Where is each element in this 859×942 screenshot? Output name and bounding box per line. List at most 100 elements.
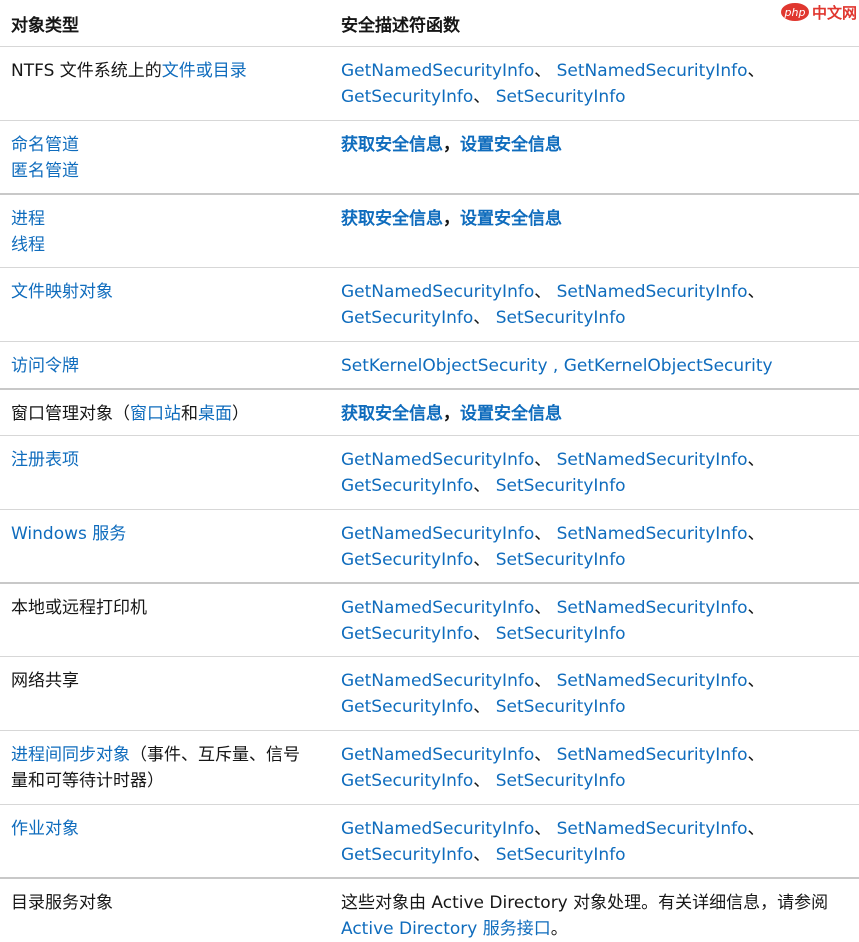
table-row: 进程线程 获取安全信息，设置安全信息	[0, 193, 859, 268]
func-link[interactable]: GetSecurityInfo	[341, 845, 473, 865]
object-type-cell: NTFS 文件系统上的文件或目录	[0, 46, 330, 121]
table-row: 窗口管理对象（窗口站和桌面） 获取安全信息，设置安全信息	[0, 388, 859, 436]
printer-text: 本地或远程打印机	[11, 597, 147, 618]
func-link[interactable]: SetSecurityInfo	[496, 697, 626, 717]
table-row: 本地或远程打印机 GetNamedSecurityInfo 、 SetNamedS…	[0, 582, 859, 657]
separator: 、	[534, 819, 557, 839]
thread-link[interactable]: 线程	[11, 235, 45, 255]
func-link[interactable]: SetNamedSecurityInfo	[557, 598, 748, 618]
func-link[interactable]: SetSecurityInfo	[496, 308, 626, 328]
func-link[interactable]: GetSecurityInfo	[341, 308, 473, 328]
named-pipe-link[interactable]: 命名管道	[11, 135, 79, 155]
type-text: 。	[550, 918, 568, 939]
job-object-link[interactable]: 作业对象	[11, 819, 79, 839]
func-link[interactable]: GetSecurityInfo	[341, 624, 473, 644]
separator: 、	[747, 745, 765, 765]
get-security-info-link[interactable]: 获取安全信息	[341, 209, 443, 229]
description-cell: 这些对象由 Active Directory 对象处理。有关详细信息，请参阅 Ac…	[330, 878, 859, 942]
type-text: 量和可等待计时器）	[11, 771, 164, 791]
func-link[interactable]: SetNamedSecurityInfo	[557, 671, 748, 691]
separator: 、	[534, 61, 557, 81]
desktop-link[interactable]: 桌面	[198, 404, 232, 424]
func-link[interactable]: GetNamedSecurityInfo	[341, 819, 534, 839]
windows-service-link[interactable]: Windows 服务	[11, 524, 126, 544]
functions-cell: 获取安全信息，设置安全信息	[330, 193, 859, 268]
table-row: 命名管道匿名管道 获取安全信息，设置安全信息	[0, 120, 859, 195]
ipc-sync-objects-link[interactable]: 进程间同步对象	[11, 745, 130, 765]
func-link[interactable]: SetSecurityInfo	[496, 771, 626, 791]
separator: ,	[547, 356, 564, 376]
func-link[interactable]: GetSecurityInfo	[341, 87, 473, 107]
func-link[interactable]: GetNamedSecurityInfo	[341, 282, 534, 302]
directory-service-text: 目录服务对象	[11, 892, 113, 913]
type-text: 和	[181, 403, 198, 424]
func-link[interactable]: SetNamedSecurityInfo	[557, 61, 748, 81]
object-type-cell: Windows 服务	[0, 509, 330, 584]
func-link[interactable]: GetNamedSecurityInfo	[341, 61, 534, 81]
separator: 、	[473, 550, 496, 570]
func-link[interactable]: GetSecurityInfo	[341, 550, 473, 570]
anonymous-pipe-link[interactable]: 匿名管道	[11, 161, 79, 181]
get-security-info-link[interactable]: 获取安全信息	[341, 135, 443, 155]
func-link[interactable]: GetNamedSecurityInfo	[341, 745, 534, 765]
separator: 、	[747, 597, 765, 618]
func-link[interactable]: SetNamedSecurityInfo	[557, 524, 748, 544]
table-row: 网络共享 GetNamedSecurityInfo、 SetNamedSecur…	[0, 656, 859, 731]
ad-description-text: 这些对象由 Active Directory 对象处理。有关详细信息，请参阅	[341, 892, 829, 913]
separator: 、	[747, 282, 765, 302]
func-link[interactable]: GetNamedSecurityInfo	[341, 524, 534, 544]
adsi-link[interactable]: Active Directory 服务接口	[341, 919, 551, 939]
func-link[interactable]: SetNamedSecurityInfo	[557, 819, 748, 839]
func-link[interactable]: SetSecurityInfo	[496, 550, 626, 570]
table-row: Windows 服务 GetNamedSecurityInfo 、 SetName…	[0, 509, 859, 584]
type-text: NTFS 文件系统上的	[11, 61, 162, 81]
object-type-cell: 文件映射对象	[0, 267, 330, 342]
object-type-cell: 目录服务对象	[0, 878, 330, 942]
set-security-info-link[interactable]: 设置安全信息	[460, 135, 562, 155]
process-link[interactable]: 进程	[11, 209, 45, 229]
separator: 、	[534, 671, 557, 691]
table-row: 注册表项 GetNamedSecurityInfo、 SetNamedSecur…	[0, 435, 859, 510]
file-mapping-link[interactable]: 文件映射对象	[11, 282, 113, 302]
table-header-row: 对象类型 安全描述符函数	[0, 0, 859, 47]
type-text: （事件、互斥量、信号	[130, 745, 300, 765]
func-link[interactable]: GetSecurityInfo	[341, 771, 473, 791]
set-kernel-object-security-link[interactable]: SetKernelObjectSecurity	[341, 356, 548, 376]
separator: 、	[747, 524, 765, 544]
func-link[interactable]: SetSecurityInfo	[496, 476, 626, 496]
object-type-cell: 窗口管理对象（窗口站和桌面）	[0, 388, 330, 436]
func-link[interactable]: SetSecurityInfo	[496, 87, 626, 107]
files-dirs-link[interactable]: 文件或目录	[162, 61, 247, 81]
object-type-cell: 进程间同步对象（事件、互斥量、信号量和可等待计时器）	[0, 730, 330, 805]
object-type-cell: 注册表项	[0, 435, 330, 510]
separator: 、	[747, 819, 765, 839]
set-security-info-link[interactable]: 设置安全信息	[460, 209, 562, 229]
separator: 、	[473, 845, 496, 865]
func-link[interactable]: GetNamedSecurityInfo	[341, 671, 534, 691]
func-link[interactable]: GetNamedSecurityInfo	[341, 450, 534, 470]
window-station-link[interactable]: 窗口站	[130, 404, 181, 424]
access-token-link[interactable]: 访问令牌	[11, 356, 79, 376]
functions-cell: GetNamedSecurityInfo 、 SetNamedSecurityIn…	[330, 730, 859, 805]
func-link[interactable]: GetNamedSecurityInfo	[341, 598, 534, 618]
func-link[interactable]: SetNamedSecurityInfo	[557, 745, 748, 765]
func-link[interactable]: SetSecurityInfo	[496, 624, 626, 644]
functions-cell: GetNamedSecurityInfo、 SetNamedSecurityIn…	[330, 656, 859, 731]
functions-cell: GetNamedSecurityInfo、 SetNamedSecurityIn…	[330, 804, 859, 879]
func-link[interactable]: GetSecurityInfo	[341, 476, 473, 496]
func-link[interactable]: SetNamedSecurityInfo	[557, 282, 748, 302]
separator: ，	[443, 135, 460, 155]
func-link[interactable]: SetNamedSecurityInfo	[557, 450, 748, 470]
object-type-cell: 作业对象	[0, 804, 330, 879]
get-kernel-object-security-link[interactable]: GetKernelObjectSecurity	[564, 356, 773, 376]
func-link[interactable]: SetSecurityInfo	[496, 845, 626, 865]
separator: 、	[473, 771, 496, 791]
functions-cell: SetKernelObjectSecurity , GetKernelObjec…	[330, 341, 859, 390]
registry-key-link[interactable]: 注册表项	[11, 450, 79, 470]
table-row: 文件映射对象 GetNamedSecurityInfo 、 SetNamedSec…	[0, 267, 859, 342]
get-security-info-link[interactable]: 获取安全信息	[341, 404, 443, 424]
object-type-cell: 本地或远程打印机	[0, 582, 330, 657]
func-link[interactable]: GetSecurityInfo	[341, 697, 473, 717]
set-security-info-link[interactable]: 设置安全信息	[460, 404, 562, 424]
security-descriptor-table: 对象类型 安全描述符函数 NTFS 文件系统上的文件或目录 GetNamedSe…	[0, 0, 859, 942]
